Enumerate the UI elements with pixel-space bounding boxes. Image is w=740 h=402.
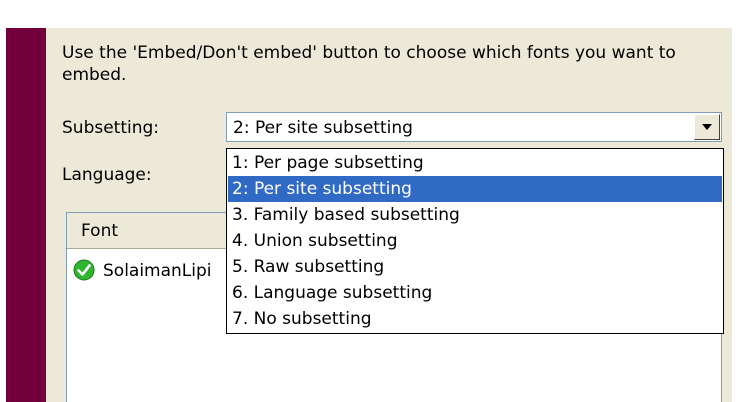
chevron-down-icon (702, 124, 712, 130)
subsetting-select[interactable]: 2: Per site subsetting (226, 112, 722, 142)
language-label: Language: (62, 165, 152, 185)
font-column-header[interactable]: Font (67, 213, 227, 249)
option-per-page-subsetting[interactable]: 1: Per page subsetting (228, 150, 722, 176)
option-family-based-subsetting[interactable]: 3. Family based subsetting (228, 202, 722, 228)
subsetting-label: Subsetting: (62, 118, 160, 138)
subsetting-dropdown-button[interactable] (694, 114, 720, 140)
right-edge (732, 0, 740, 402)
font-column-header-label: Font (81, 221, 119, 241)
top-band (0, 0, 740, 28)
font-name: SolaimanLipi (103, 261, 212, 281)
green-check-icon (73, 259, 95, 281)
dialog-side-strip (6, 28, 46, 402)
option-union-subsetting[interactable]: 4. Union subsetting (228, 228, 722, 254)
subsetting-options-list[interactable]: 1: Per page subsetting 2: Per site subse… (226, 148, 724, 334)
instruction-text: Use the 'Embed/Don't embed' button to ch… (62, 43, 676, 85)
option-language-subsetting[interactable]: 6. Language subsetting (228, 280, 722, 306)
subsetting-selected-value: 2: Per site subsetting (233, 118, 413, 138)
option-per-site-subsetting[interactable]: 2: Per site subsetting (228, 176, 722, 202)
option-no-subsetting[interactable]: 7. No subsetting (228, 306, 722, 332)
option-raw-subsetting[interactable]: 5. Raw subsetting (228, 254, 722, 280)
